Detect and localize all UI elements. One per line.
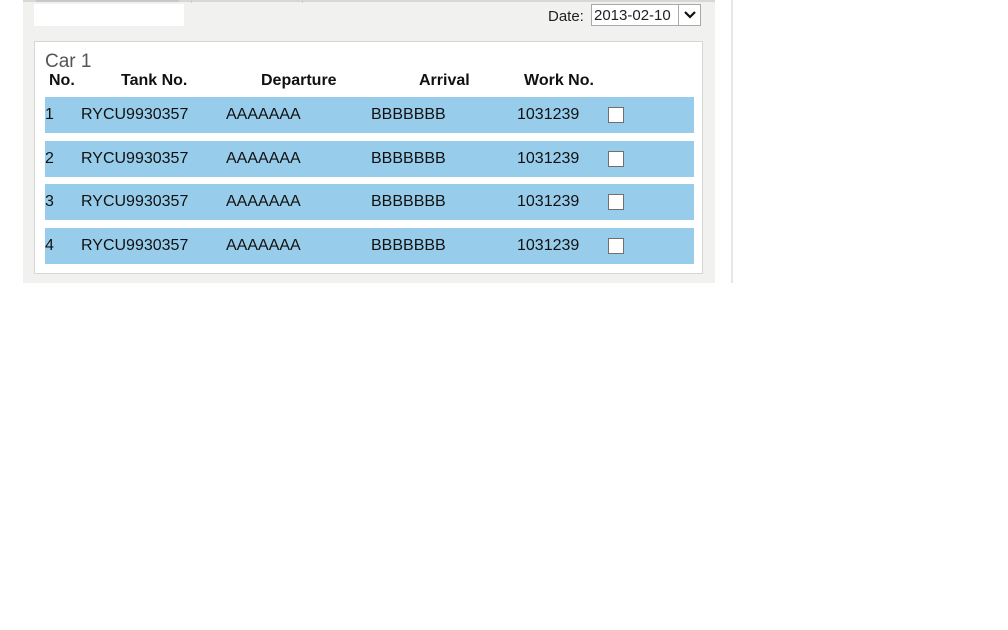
blank-field [34, 4, 184, 26]
tab-divider [302, 0, 303, 3]
row-tank-no: RYCU9930357 [81, 193, 189, 210]
row-work-no: 1031239 [517, 150, 580, 167]
row-no: 4 [45, 237, 54, 254]
tab-divider [191, 0, 192, 3]
row-arrival: BBBBBBB [371, 150, 446, 167]
column-header-departure: Departure [261, 72, 337, 89]
car-section: Car 1 No. Tank No. Departure Arrival Wor… [34, 41, 703, 274]
row-arrival: BBBBBBB [371, 193, 446, 210]
row-checkbox[interactable] [608, 238, 624, 254]
table-row: 1 RYCU9930357 AAAAAAA BBBBBBB 1031239 [45, 97, 694, 133]
row-arrival: BBBBBBB [371, 106, 446, 123]
row-checkbox[interactable] [608, 107, 624, 123]
date-label: Date: [548, 8, 584, 25]
row-no: 2 [45, 150, 54, 167]
row-tank-no: RYCU9930357 [81, 106, 189, 123]
row-work-no: 1031239 [517, 237, 580, 254]
column-header-arrival: Arrival [419, 72, 470, 89]
table-row: 3 RYCU9930357 AAAAAAA BBBBBBB 1031239 [45, 184, 694, 220]
panel-border [731, 0, 733, 283]
row-departure: AAAAAAA [226, 237, 301, 254]
row-tank-no: RYCU9930357 [81, 237, 189, 254]
panel-gutter [715, 0, 731, 283]
tab-active-indicator [36, 0, 179, 2]
date-select-value: 2013-02-10 [594, 6, 671, 24]
row-departure: AAAAAAA [226, 193, 301, 210]
row-arrival: BBBBBBB [371, 237, 446, 254]
row-no: 3 [45, 193, 54, 210]
column-header-work-no: Work No. [524, 72, 594, 89]
car-title: Car 1 [45, 51, 92, 72]
row-work-no: 1031239 [517, 106, 580, 123]
row-work-no: 1031239 [517, 193, 580, 210]
column-header-no: No. [49, 72, 75, 89]
row-checkbox[interactable] [608, 151, 624, 167]
row-checkbox[interactable] [608, 194, 624, 210]
row-no: 1 [45, 106, 54, 123]
row-departure: AAAAAAA [226, 150, 301, 167]
main-panel: Date: 2013-02-10 Car 1 No. Tank No. Depa… [23, 0, 715, 283]
chevron-down-icon[interactable] [678, 5, 700, 25]
table-row: 2 RYCU9930357 AAAAAAA BBBBBBB 1031239 [45, 141, 694, 177]
row-departure: AAAAAAA [226, 106, 301, 123]
column-header-tank-no: Tank No. [121, 72, 188, 89]
date-select[interactable]: 2013-02-10 [591, 4, 701, 26]
row-tank-no: RYCU9930357 [81, 150, 189, 167]
table-row: 4 RYCU9930357 AAAAAAA BBBBBBB 1031239 [45, 228, 694, 264]
